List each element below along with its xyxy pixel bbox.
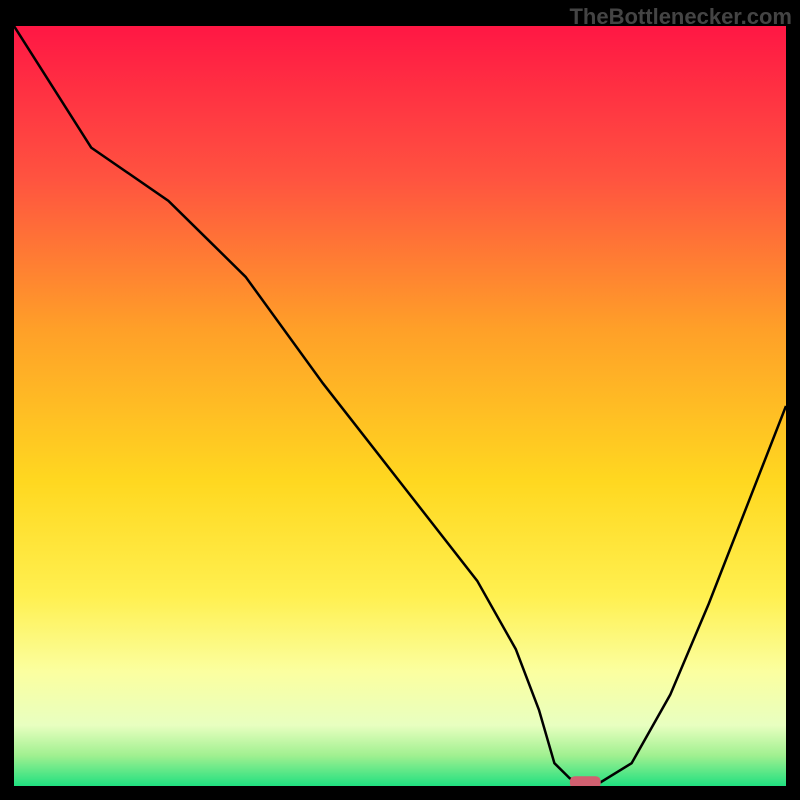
- watermark-text: TheBottleneсker.com: [569, 4, 792, 30]
- chart-background: [14, 26, 786, 786]
- chart-area: [14, 26, 786, 786]
- chart-container: TheBottleneсker.com: [0, 0, 800, 800]
- chart-svg: [14, 26, 786, 786]
- optimal-marker: [570, 776, 601, 786]
